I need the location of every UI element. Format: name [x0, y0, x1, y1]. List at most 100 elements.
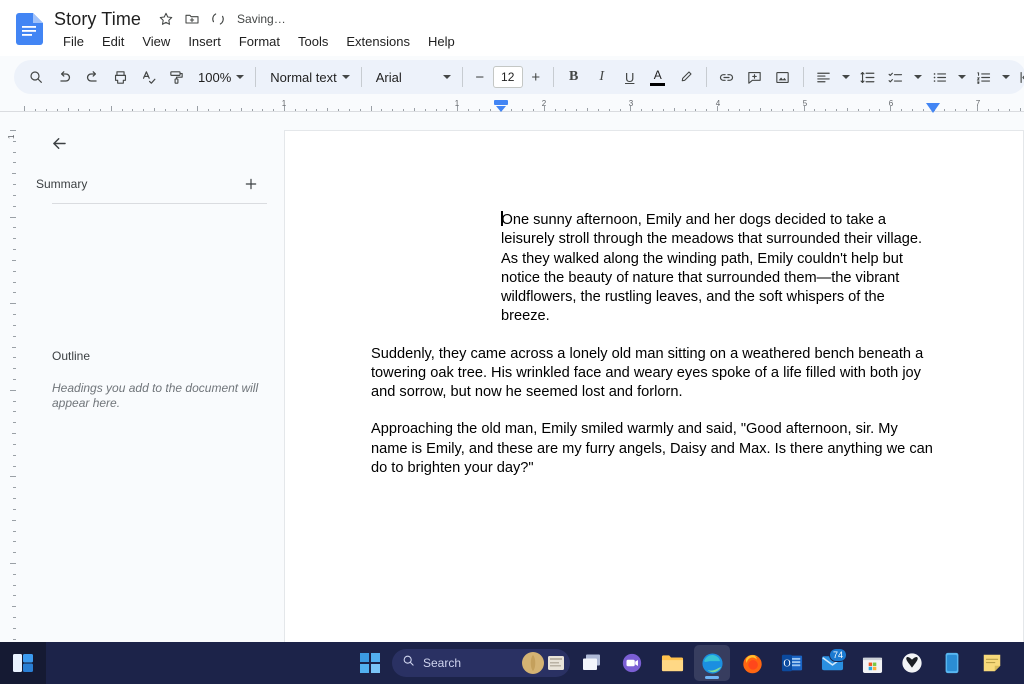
bold-button[interactable]: B: [560, 63, 588, 91]
toolbar-separator: [802, 67, 804, 87]
checklist-icon[interactable]: [882, 63, 910, 91]
back-arrow-icon[interactable]: [42, 126, 76, 160]
outlook-icon[interactable]: O: [774, 645, 810, 681]
svg-text:O: O: [783, 659, 790, 670]
outline-label: Outline: [52, 349, 91, 363]
font-size-input[interactable]: 12: [492, 66, 523, 88]
move-to-folder-icon[interactable]: [179, 6, 205, 32]
bulleted-list-dropdown[interactable]: [954, 63, 970, 91]
outline-sidebar: Summary Outline Headings you add to the …: [16, 113, 284, 642]
menu-item-insert[interactable]: Insert: [179, 31, 230, 52]
windows-start-icon[interactable]: [352, 645, 388, 681]
zoom-select[interactable]: 100%: [190, 64, 249, 90]
chevron-down-icon: [236, 75, 245, 79]
toolbar-separator: [552, 67, 554, 87]
document-text-area[interactable]: One sunny afternoon, Emily and her dogs …: [371, 211, 936, 496]
menu-bar: File Edit View Insert Format Tools Exten…: [54, 31, 464, 52]
toolbar-separator: [461, 67, 463, 87]
firefox-icon[interactable]: [734, 645, 770, 681]
document-canvas: One sunny afternoon, Emily and her dogs …: [284, 112, 1024, 642]
paragraph-style-select[interactable]: Normal text: [262, 64, 354, 90]
decrease-font-size-button[interactable]: −: [469, 63, 491, 91]
star-icon[interactable]: [153, 6, 179, 32]
menu-item-tools[interactable]: Tools: [289, 31, 337, 52]
add-comment-icon[interactable]: [741, 63, 769, 91]
menu-item-edit[interactable]: Edit: [93, 31, 133, 52]
print-icon[interactable]: [106, 63, 134, 91]
paragraph[interactable]: One sunny afternoon, Emily and her dogs …: [501, 211, 936, 327]
divider: [52, 203, 267, 204]
toolbar-separator: [360, 67, 362, 87]
summary-label: Summary: [36, 177, 88, 191]
file-explorer-icon[interactable]: [654, 645, 690, 681]
increase-font-size-button[interactable]: +: [525, 63, 547, 91]
insert-link-icon[interactable]: [713, 63, 741, 91]
widgets-icon[interactable]: [12, 653, 34, 673]
bulleted-list-icon[interactable]: [926, 63, 954, 91]
ruler-label: 1: [6, 134, 16, 139]
mail-icon[interactable]: 74: [814, 645, 850, 681]
right-indent-marker[interactable]: [926, 101, 940, 119]
line-spacing-icon[interactable]: [854, 63, 882, 91]
numbered-list-dropdown[interactable]: [998, 63, 1014, 91]
chevron-down-icon: [841, 75, 850, 79]
add-icon[interactable]: [238, 171, 264, 197]
align-dropdown[interactable]: [838, 63, 854, 91]
vertical-ruler[interactable]: 1: [0, 112, 16, 642]
google-docs-window: Story Time Saving… File Edit View Insert…: [0, 0, 1024, 684]
highlighter-icon[interactable]: [672, 63, 700, 91]
search-input[interactable]: Search: [392, 649, 570, 677]
chevron-down-icon: [957, 75, 966, 79]
horizontal-ruler[interactable]: 1 1 2 3 4 5 6 7: [0, 96, 1024, 112]
search-placeholder: Search: [423, 656, 462, 670]
summary-section-header: Summary: [36, 171, 264, 197]
numbered-list-icon[interactable]: [970, 63, 998, 91]
teams-icon[interactable]: [614, 645, 650, 681]
redo-icon[interactable]: [78, 63, 106, 91]
menu-item-format[interactable]: Format: [230, 31, 289, 52]
document-header: Story Time Saving… File Edit View Insert…: [0, 0, 1024, 56]
menu-item-file[interactable]: File: [54, 31, 93, 52]
taskbar-left-zone: [0, 642, 46, 684]
search-icon: [402, 654, 415, 672]
paragraph-text: One sunny afternoon, Emily and her dogs …: [501, 212, 923, 325]
title-row: Story Time Saving…: [54, 6, 286, 32]
document-page[interactable]: One sunny afternoon, Emily and her dogs …: [284, 130, 1024, 642]
phone-link-icon[interactable]: [934, 645, 970, 681]
sync-icon[interactable]: [205, 6, 231, 32]
menu-item-help[interactable]: Help: [419, 31, 464, 52]
menu-item-view[interactable]: View: [133, 31, 179, 52]
undo-icon[interactable]: [50, 63, 78, 91]
toolbar-separator: [705, 67, 707, 87]
taskbar-items: Search O 74: [352, 642, 1010, 684]
italic-button[interactable]: I: [588, 63, 616, 91]
chevron-down-icon: [442, 75, 451, 79]
search-icon[interactable]: [22, 63, 50, 91]
chevron-down-icon: [341, 75, 350, 79]
paint-format-icon[interactable]: [162, 63, 190, 91]
text-color-label: A: [653, 67, 662, 82]
paragraph[interactable]: Approaching the old man, Emily smiled wa…: [371, 420, 936, 478]
paragraph[interactable]: Suddenly, they came across a lonely old …: [371, 345, 936, 403]
xbox-icon[interactable]: [894, 645, 930, 681]
toolbar-separator: [255, 67, 257, 87]
spellcheck-icon[interactable]: [134, 63, 162, 91]
decrease-indent-icon[interactable]: [1014, 63, 1024, 91]
menu-item-extensions[interactable]: Extensions: [337, 31, 419, 52]
font-family-select[interactable]: Arial: [368, 64, 456, 90]
task-view-icon[interactable]: [574, 645, 610, 681]
font-size-stepper: − 12 +: [469, 63, 547, 91]
page-title[interactable]: Story Time: [54, 9, 153, 30]
sticky-notes-icon[interactable]: [974, 645, 1010, 681]
google-docs-icon[interactable]: [15, 13, 43, 45]
underline-button[interactable]: U: [616, 63, 644, 91]
align-left-icon[interactable]: [810, 63, 838, 91]
left-indent-marker[interactable]: [493, 99, 509, 118]
checklist-dropdown[interactable]: [910, 63, 926, 91]
chevron-down-icon: [1001, 75, 1010, 79]
text-color-button[interactable]: A: [644, 63, 672, 91]
edge-icon[interactable]: [694, 645, 730, 681]
insert-image-icon[interactable]: [769, 63, 797, 91]
windows-taskbar: Search O 74: [0, 642, 1024, 684]
microsoft-store-icon[interactable]: [854, 645, 890, 681]
